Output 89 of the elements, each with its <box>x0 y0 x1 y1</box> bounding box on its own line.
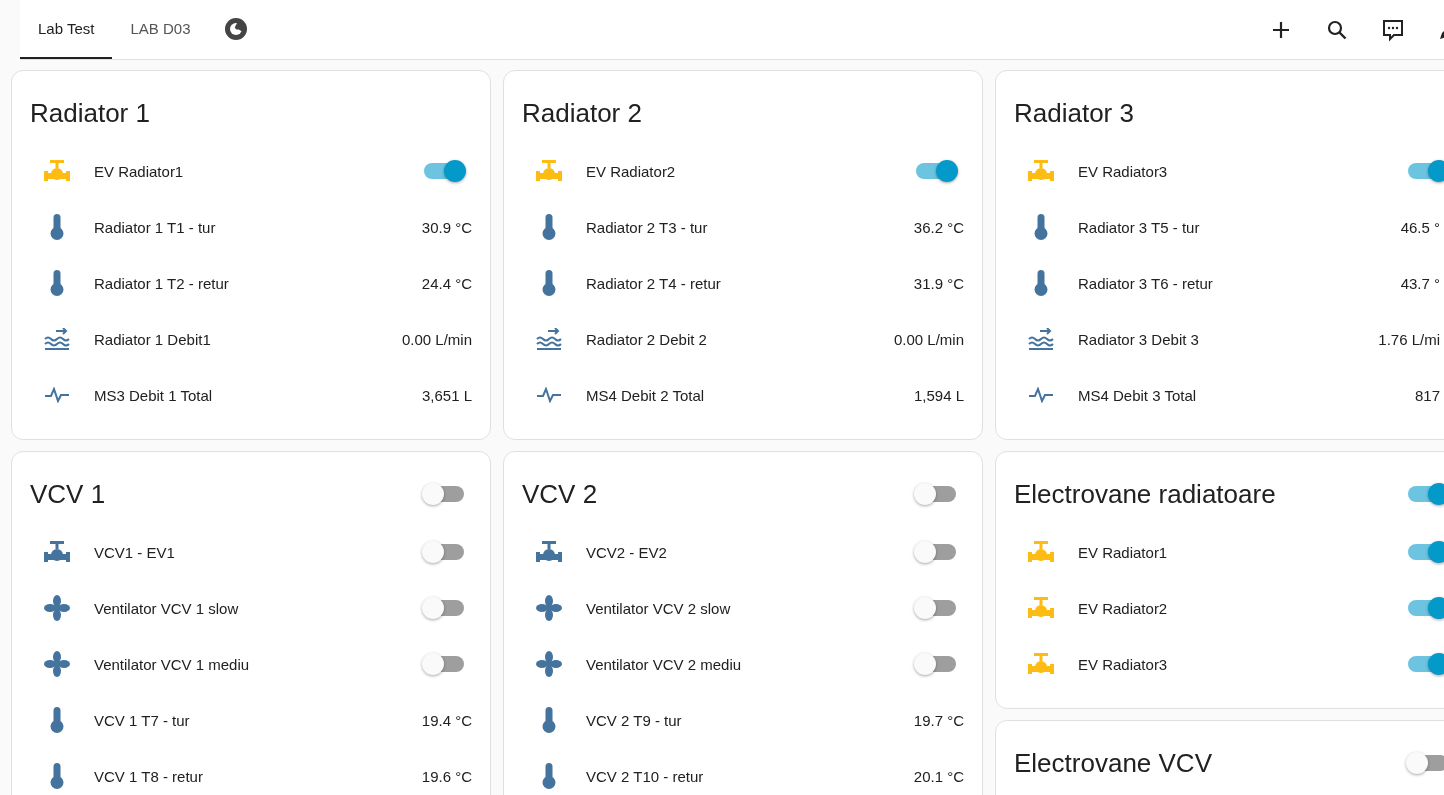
entity-name: MS4 Debit 2 Total <box>586 386 706 404</box>
sensor-value: 19.4 °C <box>421 711 472 729</box>
sensor-value: 46.5 ° <box>1400 218 1440 236</box>
entity-name: EV Radiator2 <box>1078 599 1169 617</box>
sensor-value: 0.00 L/min <box>893 330 964 348</box>
fan-icon <box>536 651 562 677</box>
sensor-value: 24.4 °C <box>421 274 472 292</box>
card-title: VCV 2 <box>522 478 598 510</box>
entity-name: VCV 2 T10 - retur <box>586 767 705 785</box>
entity-name: VCV 1 T7 - tur <box>94 711 191 729</box>
card-title: Electrovane radiatoare <box>1014 478 1276 510</box>
sensor-value: 1,594 L <box>913 386 964 404</box>
entity-name: EV Radiator1 <box>94 162 185 180</box>
entity-name: Ventilator VCV 1 mediu <box>94 655 251 673</box>
thermometer-icon <box>50 763 64 789</box>
entity-name: MS4 Debit 3 Total <box>1078 386 1198 404</box>
water-flow-icon <box>1028 328 1054 350</box>
entity-name: VCV 2 T9 - tur <box>586 711 683 729</box>
entity-name: Radiator 3 T5 - tur <box>1078 218 1201 236</box>
sensor-value: 43.7 ° <box>1400 274 1440 292</box>
entity-name: Radiator 2 T3 - tur <box>586 218 709 236</box>
sensor-value: 36.2 °C <box>913 218 964 236</box>
toggle-switch[interactable] <box>914 652 958 676</box>
fan-icon <box>44 651 70 677</box>
sensor-value: 30.9 °C <box>421 218 472 236</box>
card-title: Radiator 2 <box>522 97 642 129</box>
fan-icon <box>536 595 562 621</box>
thermometer-icon <box>1034 214 1048 240</box>
fan-icon <box>44 595 70 621</box>
entity-name: VCV2 - EV2 <box>586 543 668 561</box>
entity-name: Radiator 1 T1 - tur <box>94 218 217 236</box>
entity-name: VCV1 - EV1 <box>94 543 176 561</box>
water-flow-icon <box>536 328 562 350</box>
entity-name: EV Radiator3 <box>1078 162 1169 180</box>
sensor-value: 19.7 °C <box>913 711 964 729</box>
entity-name: VCV 1 T8 - retur <box>94 767 204 785</box>
toggle-switch[interactable] <box>1406 482 1444 506</box>
entity-name: Radiator 1 Debit1 <box>94 330 212 348</box>
thermometer-icon <box>542 270 556 296</box>
toggle-switch[interactable] <box>1406 540 1444 564</box>
entity-name: Radiator 1 T2 - retur <box>94 274 230 292</box>
sensor-value: 1.76 L/mi <box>1378 330 1440 348</box>
toggle-switch[interactable] <box>422 596 466 620</box>
card-title: VCV 1 <box>30 478 106 510</box>
entity-name: Ventilator VCV 2 mediu <box>586 655 743 673</box>
card-title: Electrovane VCV <box>1014 747 1212 779</box>
entity-name: MS3 Debit 1 Total <box>94 386 214 404</box>
thermometer-icon <box>542 707 556 733</box>
pulse-icon <box>537 387 561 403</box>
thermometer-icon <box>50 707 64 733</box>
thermometer-icon <box>542 214 556 240</box>
entity-name: Radiator 3 T6 - retur <box>1078 274 1214 292</box>
thermometer-icon <box>50 214 64 240</box>
toggle-switch[interactable] <box>1406 751 1444 775</box>
toggle-switch[interactable] <box>422 159 466 183</box>
toggle-switch[interactable] <box>422 482 466 506</box>
toggle-switch[interactable] <box>1406 652 1444 676</box>
sensor-value: 0.00 L/min <box>401 330 472 348</box>
thermometer-icon <box>542 763 556 789</box>
sensor-value: 817 <box>1414 386 1440 404</box>
sensor-value: 31.9 °C <box>913 274 964 292</box>
entity-name: Ventilator VCV 2 slow <box>586 599 732 617</box>
toggle-switch[interactable] <box>914 596 958 620</box>
pulse-icon <box>45 387 69 403</box>
thermometer-icon <box>1034 270 1048 296</box>
thermometer-icon <box>50 270 64 296</box>
toggle-switch[interactable] <box>1406 596 1444 620</box>
tab[interactable]: Lab Test <box>20 0 113 59</box>
toggle-switch[interactable] <box>914 159 958 183</box>
toggle-switch[interactable] <box>422 652 466 676</box>
sensor-value: 3,651 L <box>421 386 472 404</box>
toggle-switch[interactable] <box>422 540 466 564</box>
entity-name: Radiator 3 Debit 3 <box>1078 330 1200 348</box>
toggle-switch[interactable] <box>914 482 958 506</box>
sensor-value: 19.6 °C <box>421 767 472 785</box>
pulse-icon <box>1029 387 1053 403</box>
sensor-value: 20.1 °C <box>913 767 964 785</box>
entity-name: Radiator 2 Debit 2 <box>586 330 708 348</box>
card-title: Radiator 3 <box>1014 97 1134 129</box>
entity-name: EV Radiator3 <box>1078 655 1169 673</box>
card-title: Radiator 1 <box>30 97 150 129</box>
entity-name: EV Radiator1 <box>1078 543 1169 561</box>
toggle-switch[interactable] <box>1406 159 1444 183</box>
toggle-switch[interactable] <box>914 540 958 564</box>
entity-name: EV Radiator2 <box>586 162 677 180</box>
tab[interactable]: LAB D03 <box>112 0 209 59</box>
water-flow-icon <box>44 328 70 350</box>
entity-name: Radiator 2 T4 - retur <box>586 274 722 292</box>
entity-name: Ventilator VCV 1 slow <box>94 599 240 617</box>
